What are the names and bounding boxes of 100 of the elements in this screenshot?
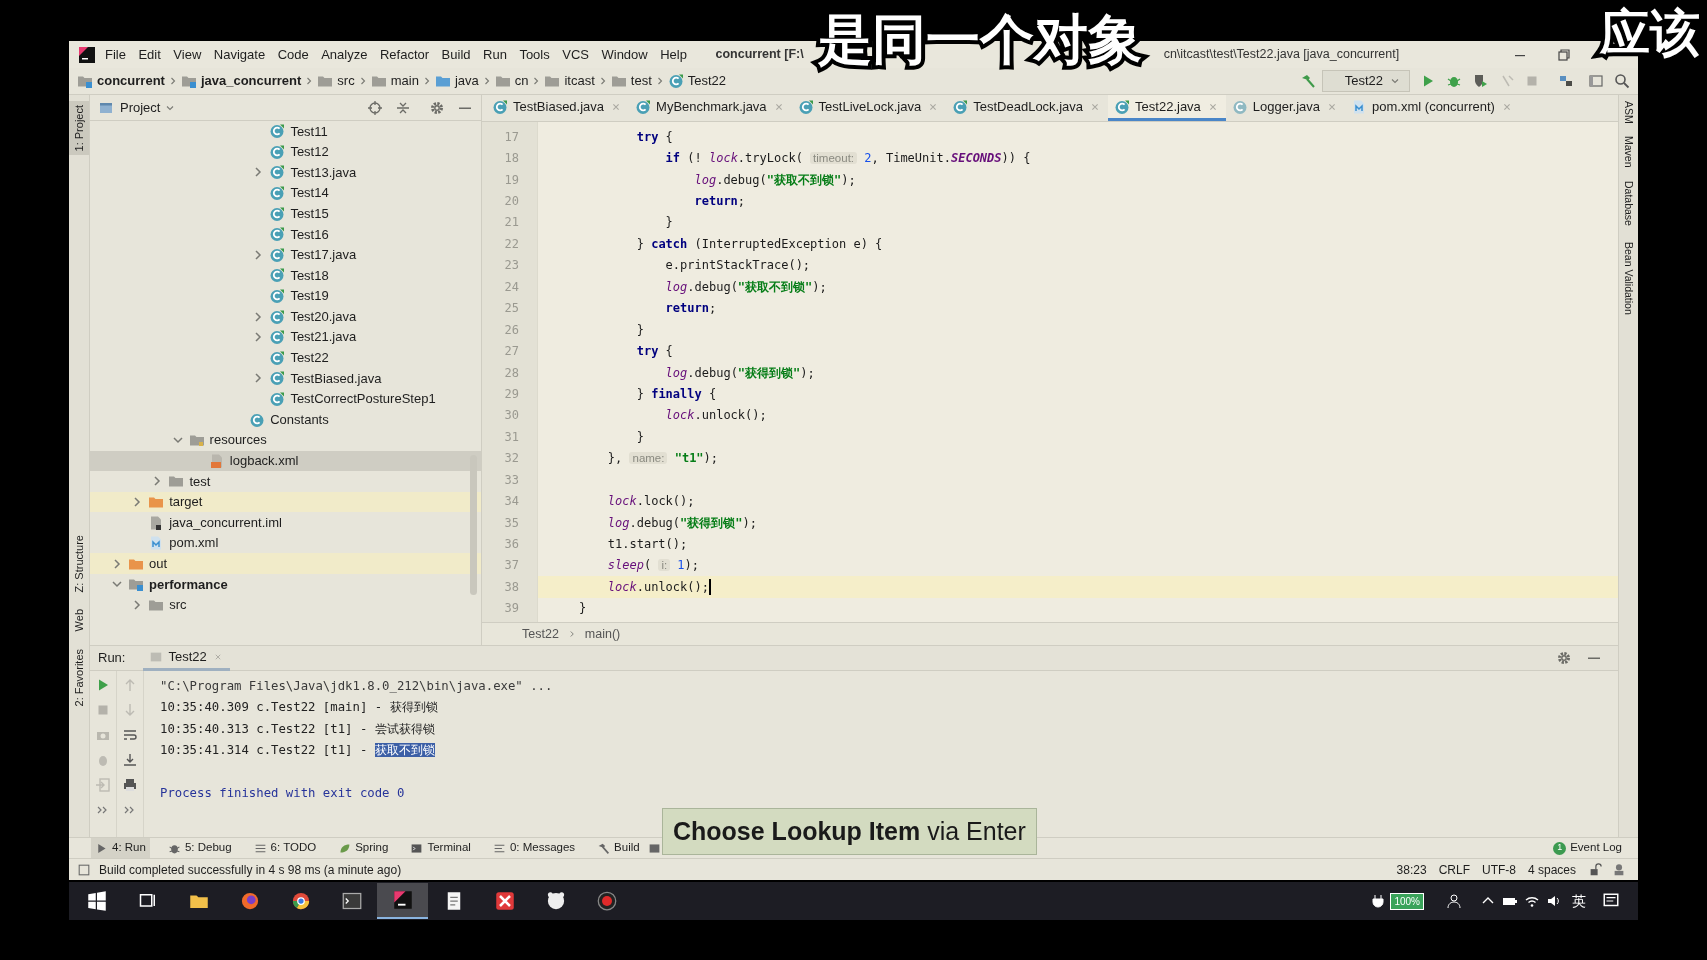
tool-window-button[interactable]: 5: Debug xyxy=(163,837,236,859)
tree-item[interactable]: Test22 xyxy=(90,347,481,369)
tool-window-button[interactable]: Spring xyxy=(334,837,393,859)
menu-item[interactable]: Edit xyxy=(138,44,161,65)
tree-item[interactable]: performance xyxy=(90,574,481,595)
tool-window-button[interactable]: 6: TODO xyxy=(249,837,321,859)
line-number: 39 xyxy=(504,600,519,618)
editor-tab[interactable]: Test22.java xyxy=(1108,95,1226,121)
panel-title-dropdown[interactable]: Project xyxy=(120,97,177,118)
tool-window-button[interactable]: 0: Messages xyxy=(488,837,580,859)
tree-item[interactable]: test xyxy=(90,471,481,492)
tree-item[interactable]: Test21.java xyxy=(90,326,481,348)
tree-item[interactable]: Test19 xyxy=(90,285,481,307)
tree-item[interactable]: logback.xml xyxy=(90,450,481,472)
tree-item[interactable]: TestBiased.java xyxy=(90,368,481,389)
editor-tab[interactable]: pom.xml (concurrent) xyxy=(1345,95,1520,121)
menu-item[interactable]: View xyxy=(173,44,202,65)
menu-item[interactable]: Window xyxy=(601,44,648,65)
tool-window-button[interactable]: Build xyxy=(593,837,644,859)
breadcrumb-item[interactable]: java_concurrent xyxy=(180,71,302,91)
status-item[interactable]: 38:23 xyxy=(1396,860,1427,879)
console-line: 10:35:40.309 c.Test22 [main] - 获得到锁 xyxy=(160,699,438,717)
tree-item[interactable]: target xyxy=(90,491,481,513)
menu-item[interactable]: Help xyxy=(660,44,687,65)
tool-window-button[interactable]: Terminal xyxy=(406,837,475,859)
tree-item[interactable]: Test17.java xyxy=(90,244,481,266)
code-line: lock.unlock(); xyxy=(606,578,709,596)
breadcrumb-item[interactable]: concurrent xyxy=(77,71,165,91)
line-number: 17 xyxy=(504,128,519,146)
tree-item[interactable]: Test18 xyxy=(90,265,481,286)
tool-window-tab[interactable]: Maven xyxy=(1620,135,1637,168)
tree-item[interactable]: Test11 xyxy=(90,121,481,142)
menu-item[interactable]: Tools xyxy=(519,44,550,65)
line-number: 35 xyxy=(504,514,519,532)
run-tab[interactable]: Test22 xyxy=(143,645,230,671)
code-line: } xyxy=(664,214,673,232)
code-line: try { xyxy=(635,128,673,146)
menu-item[interactable]: Code xyxy=(277,44,309,65)
tool-window-tab[interactable]: 2: Favorites xyxy=(70,649,88,707)
breadcrumb-item[interactable]: main xyxy=(370,71,419,91)
tree-item[interactable]: Test14 xyxy=(90,182,481,204)
line-number: 34 xyxy=(504,493,519,511)
run-configuration-dropdown[interactable]: Test22 xyxy=(1322,70,1410,92)
breadcrumb-item[interactable]: java xyxy=(434,71,479,91)
line-number: 27 xyxy=(504,343,519,361)
line-number: 37 xyxy=(504,557,519,575)
tree-item[interactable]: Constants xyxy=(90,409,481,430)
tool-window-tab[interactable]: ASM xyxy=(1620,101,1637,124)
tree-item[interactable]: Test13.java xyxy=(90,162,481,183)
tree-item[interactable]: resources xyxy=(90,429,481,451)
tree-item[interactable]: Test20.java xyxy=(90,306,481,327)
breadcrumb-item[interactable]: Test22 xyxy=(522,624,559,644)
line-number: 36 xyxy=(504,536,519,554)
breadcrumb-item[interactable]: itcast xyxy=(544,71,595,91)
editor-tab[interactable]: TestLiveLock.java xyxy=(791,95,947,121)
code-line: lock.lock(); xyxy=(606,493,695,511)
tree-item[interactable]: Test15 xyxy=(90,203,481,224)
tool-window-tab[interactable]: Z: Structure xyxy=(70,535,88,593)
tool-window-tab[interactable]: Web xyxy=(70,608,88,632)
code-line: log.debug("获取不到锁"); xyxy=(693,171,856,189)
line-number: 23 xyxy=(504,257,519,275)
status-item[interactable]: UTF-8 xyxy=(1481,860,1516,879)
editor-tab[interactable]: MyBenchmark.java xyxy=(629,95,792,121)
code-line: sleep( i: 1); xyxy=(606,557,700,575)
tree-item[interactable]: Test12 xyxy=(90,141,481,163)
tool-window-tab[interactable]: Bean Validation xyxy=(1620,242,1637,315)
menu-item[interactable]: VCS xyxy=(562,44,589,65)
breadcrumb-item[interactable]: Test22 xyxy=(667,71,727,91)
breadcrumb-item[interactable]: test xyxy=(610,71,652,91)
input-method-indicator[interactable]: 英 xyxy=(1572,890,1586,912)
tree-item[interactable]: java_concurrent.iml xyxy=(90,512,481,533)
tree-item[interactable]: Test16 xyxy=(90,223,481,245)
line-number: 32 xyxy=(504,450,519,468)
menu-item[interactable]: Refactor xyxy=(379,44,430,65)
menu-item[interactable]: Run xyxy=(483,44,507,65)
breadcrumb-item[interactable]: main() xyxy=(584,624,621,644)
code-line: e.printStackTrace(); xyxy=(664,257,811,275)
editor-tab[interactable]: Logger.java xyxy=(1225,95,1346,121)
tool-window-tab[interactable]: Database xyxy=(1620,181,1637,227)
editor-tab[interactable]: TestDeadLock.java xyxy=(946,95,1109,121)
tree-item[interactable]: TestCorrectPostureStep1 xyxy=(90,388,481,410)
menu-item[interactable]: Navigate xyxy=(213,44,266,65)
breadcrumb-item[interactable]: src xyxy=(317,71,355,91)
code-line: }, name: "t1"); xyxy=(606,450,719,468)
menu-item[interactable]: Analyze xyxy=(321,44,368,65)
notification-badge: 1 xyxy=(1553,841,1567,855)
status-item[interactable]: 4 spaces xyxy=(1527,860,1576,879)
menu-item[interactable]: File xyxy=(105,44,126,65)
menu-item[interactable]: Build xyxy=(441,44,471,65)
editor-tab[interactable]: TestBiased.java xyxy=(486,95,630,121)
tool-window-button[interactable]: 4: Run xyxy=(91,837,150,859)
tree-item[interactable]: pom.xml xyxy=(90,532,481,554)
tree-item[interactable]: out xyxy=(90,553,481,575)
breadcrumb-item[interactable]: cn xyxy=(494,71,529,91)
code-line: return; xyxy=(693,193,746,211)
tree-item[interactable]: src xyxy=(90,594,481,616)
panel-label: Run: xyxy=(98,649,126,668)
code-line: } xyxy=(635,428,644,446)
event-log-button[interactable]: Event Log xyxy=(1570,839,1622,857)
status-item[interactable]: CRLF xyxy=(1438,860,1470,879)
